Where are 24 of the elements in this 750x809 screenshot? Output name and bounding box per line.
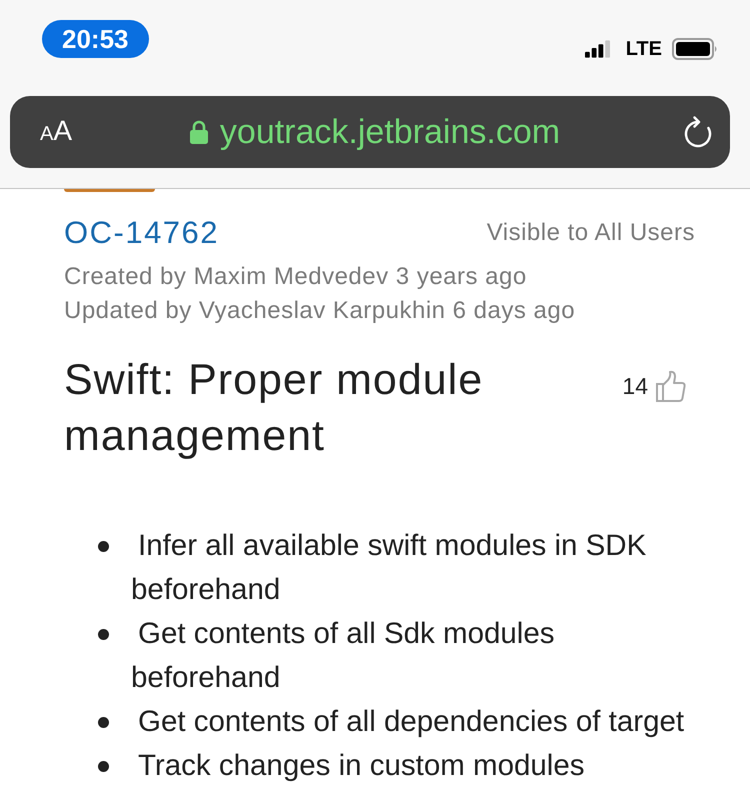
issue-title: Swift: Proper module management [64, 355, 484, 462]
network-label: LTE [626, 37, 662, 61]
status-time: 20:53 [42, 20, 148, 58]
bullet-icon [98, 628, 109, 640]
vote-count: 14 [622, 372, 648, 401]
updated-info: Updated by Vyacheslav Karpukhin 6 days ago [64, 296, 576, 326]
bullet-icon [98, 760, 109, 772]
lock-icon [190, 120, 208, 144]
description-item: Get contents of all Sdk modules beforehand [131, 616, 556, 696]
description-item: Infer all available swift modules in SDK beforehand [131, 528, 648, 608]
description-item: Track changes in custom modules [137, 748, 585, 784]
address-bar[interactable]: AA youtrack.jetbrains.com [10, 96, 730, 168]
bullet-icon [98, 716, 109, 728]
battery-icon [672, 38, 718, 60]
visibility-label: Visible to All Users [486, 218, 695, 248]
thumbs-up-icon[interactable] [656, 370, 686, 402]
text-size-button[interactable]: AA [38, 114, 74, 150]
signal-bars-icon [584, 40, 610, 58]
description-item: Get contents of all dependencies of target [137, 704, 684, 740]
reload-icon[interactable] [684, 116, 712, 148]
created-info: Created by Maxim Medvedev 3 years ago [64, 262, 528, 292]
issue-id-link[interactable]: OC-14762 [64, 215, 220, 251]
url-text: youtrack.jetbrains.com [220, 112, 560, 152]
bullet-icon [98, 540, 109, 552]
